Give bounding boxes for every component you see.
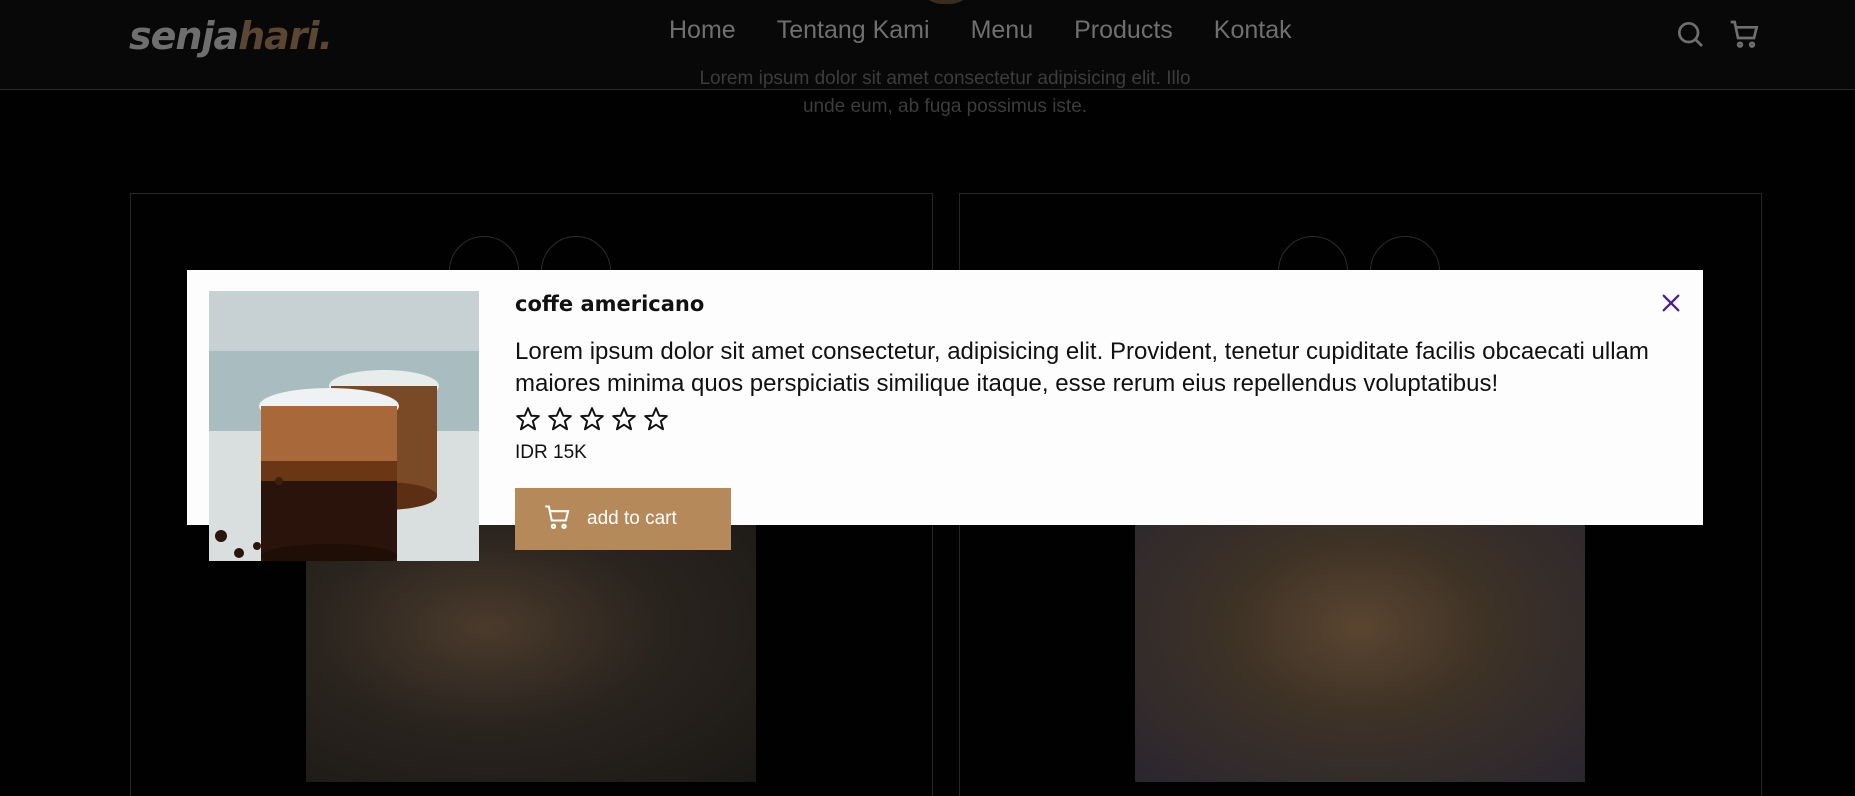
brand-logo[interactable]: senjahari. bbox=[129, 14, 333, 58]
nav-icons bbox=[1674, 18, 1760, 50]
star-icon bbox=[579, 406, 605, 432]
nav-item-tentang-kami[interactable]: Tentang Kami bbox=[777, 16, 930, 45]
decorative-accent bbox=[918, 0, 974, 4]
section-subtitle: Lorem ipsum dolor sit amet consectetur a… bbox=[699, 68, 1191, 117]
close-icon[interactable] bbox=[1660, 292, 1682, 314]
product-image bbox=[1135, 524, 1585, 782]
product-description: Lorem ipsum dolor sit amet consectetur, … bbox=[515, 338, 1649, 397]
add-to-cart-label: add to cart bbox=[587, 508, 677, 529]
product-detail-image bbox=[209, 291, 479, 561]
product-title: coffe americano bbox=[515, 292, 705, 316]
product-price: IDR 15K bbox=[515, 442, 587, 463]
brand-part-1: senja bbox=[129, 14, 239, 58]
star-icon bbox=[547, 406, 573, 432]
nav-item-home[interactable]: Home bbox=[669, 16, 736, 45]
star-icon bbox=[643, 406, 669, 432]
cart-icon bbox=[543, 503, 571, 535]
nav-links: Home Tentang Kami Menu Products Kontak bbox=[669, 16, 1292, 45]
brand-part-2: hari bbox=[238, 14, 319, 58]
brand-dot: . bbox=[318, 14, 333, 58]
nav-item-menu[interactable]: Menu bbox=[971, 16, 1034, 45]
cart-icon[interactable] bbox=[1728, 18, 1760, 50]
search-icon[interactable] bbox=[1674, 18, 1706, 50]
product-rating bbox=[515, 406, 1690, 434]
star-icon bbox=[515, 406, 541, 432]
star-icon bbox=[611, 406, 637, 432]
nav-item-products[interactable]: Products bbox=[1074, 16, 1173, 45]
product-image bbox=[306, 524, 756, 782]
add-to-cart-button[interactable]: add to cart bbox=[515, 488, 731, 550]
nav-item-kontak[interactable]: Kontak bbox=[1214, 16, 1292, 45]
product-detail-content: coffe americano Lorem ipsum dolor sit am… bbox=[515, 292, 1690, 464]
